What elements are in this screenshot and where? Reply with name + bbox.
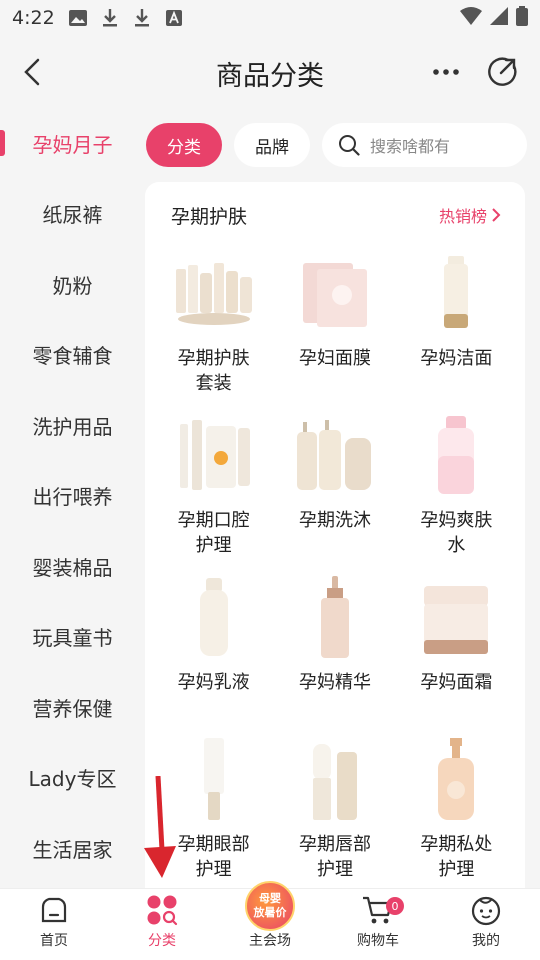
download-icon: [133, 9, 151, 27]
download-icon: [101, 9, 119, 27]
sidebar-item-outing[interactable]: 出行喂养: [0, 461, 145, 532]
sidebar-item-lady[interactable]: Lady专区: [0, 743, 145, 814]
lotion-image: [172, 576, 256, 660]
battery-icon: [516, 6, 528, 30]
nav-category[interactable]: 分类: [108, 889, 216, 960]
body-wash-image: [293, 414, 377, 498]
more-dots-icon: [433, 69, 459, 75]
product-item[interactable]: 孕期护肤 套装: [153, 248, 274, 410]
face-wash-image: [414, 252, 498, 336]
product-item[interactable]: 孕期洗沐: [274, 410, 395, 572]
intimate-care-image: [414, 738, 498, 822]
bottom-nav: 首页 分类 母婴 放暑价 主会场 0 购物车 我的: [0, 881, 540, 960]
status-bar: 4:22: [0, 0, 540, 36]
eye-care-image: [172, 738, 256, 822]
search-placeholder: 搜索啥都有: [370, 137, 451, 156]
sidebar-item-care[interactable]: 洗护用品: [0, 390, 145, 461]
product-item[interactable]: 孕期唇部 护理: [274, 734, 395, 890]
product-name: 孕妈面霜: [420, 672, 493, 693]
sidebar-item-snacks[interactable]: 零食辅食: [0, 320, 145, 391]
tab-brand[interactable]: 品牌: [234, 123, 310, 167]
search-input[interactable]: 搜索啥都有: [322, 123, 527, 167]
face-mask-image: [293, 252, 377, 336]
skincare-set-image: [172, 252, 256, 336]
product-item[interactable]: 孕妇面膜: [274, 248, 395, 410]
category-icon: [146, 894, 178, 926]
nav-cart[interactable]: 0 购物车: [324, 889, 432, 960]
sidebar-item-clothing[interactable]: 婴装棉品: [0, 531, 145, 602]
sidebar-item-toys[interactable]: 玩具童书: [0, 602, 145, 673]
more-button[interactable]: [428, 54, 464, 90]
hot-list-label: 热销榜: [438, 207, 487, 226]
toner-image: [414, 414, 498, 498]
status-time: 4:22: [12, 7, 55, 29]
red-arrow-annotation: [144, 776, 176, 878]
share-icon: [488, 57, 517, 86]
nav-main-venue[interactable]: 母婴 放暑价 主会场: [216, 881, 324, 960]
summer-promo-badge: 母婴 放暑价: [245, 881, 295, 931]
filter-tabs: 分类 品牌 搜索啥都有: [145, 122, 540, 168]
panel-header: 孕期护肤 热销榜: [145, 182, 525, 248]
promo-line1: 母婴: [259, 892, 281, 905]
tab-category[interactable]: 分类: [146, 123, 222, 167]
nav-category-label: 分类: [148, 933, 176, 949]
sidebar-item-nutrition[interactable]: 营养保健: [0, 672, 145, 743]
nav-main-venue-label: 主会场: [249, 933, 291, 949]
product-item[interactable]: 孕期口腔 护理: [153, 410, 274, 572]
product-item[interactable]: 孕妈乳液: [153, 572, 274, 734]
search-icon: [339, 135, 360, 156]
text-box-icon: [165, 9, 183, 27]
face-cream-image: [414, 576, 498, 660]
nav-mine[interactable]: 我的: [432, 889, 540, 960]
nav-home[interactable]: 首页: [0, 889, 108, 960]
product-name: 孕妈洁面: [420, 348, 493, 369]
header: 商品分类: [0, 36, 540, 108]
chevron-right-icon: [492, 208, 501, 222]
share-button[interactable]: [484, 54, 520, 90]
signal-icon: [490, 7, 508, 29]
section-title: 孕期护肤: [171, 205, 248, 228]
product-name: 孕期护肤 套装: [177, 348, 250, 394]
product-item[interactable]: 孕妈面霜: [396, 572, 517, 734]
product-item[interactable]: 孕妈爽肤 水: [396, 410, 517, 572]
product-panel: 孕期护肤 热销榜 孕期护肤 套装 孕妇面膜 孕妈洁面 孕期口腔 护理 孕期洗沐 …: [145, 182, 525, 890]
promo-line2: 放暑价: [253, 906, 287, 919]
sidebar-item-home[interactable]: 生活居家: [0, 813, 145, 884]
product-name: 孕妈精华: [298, 672, 371, 693]
cart-count-badge: 0: [386, 897, 404, 915]
serum-image: [293, 576, 377, 660]
product-name: 孕妈乳液: [177, 672, 250, 693]
sidebar-item-maternity[interactable]: 孕妈月子: [0, 108, 145, 179]
home-icon: [38, 894, 70, 926]
product-item[interactable]: 孕妈洁面: [396, 248, 517, 410]
profile-face-icon: [470, 894, 502, 926]
product-name: 孕期唇部 护理: [298, 834, 371, 880]
sidebar-item-diapers[interactable]: 纸尿裤: [0, 179, 145, 250]
product-grid: 孕期护肤 套装 孕妇面膜 孕妈洁面 孕期口腔 护理 孕期洗沐 孕妈爽肤 水 孕妈…: [145, 248, 525, 890]
nav-mine-label: 我的: [472, 933, 500, 949]
product-name: 孕期口腔 护理: [177, 510, 250, 556]
nav-home-label: 首页: [40, 933, 68, 949]
category-sidebar: 孕妈月子 纸尿裤 奶粉 零食辅食 洗护用品 出行喂养 婴装棉品 玩具童书 营养保…: [0, 108, 145, 888]
product-name: 孕妈爽肤 水: [420, 510, 493, 556]
oral-care-image: [172, 414, 256, 498]
image-icon: [68, 9, 87, 27]
product-name: 孕期洗沐: [298, 510, 371, 531]
hot-list-link[interactable]: 热销榜: [439, 203, 501, 227]
product-name: 孕期私处 护理: [420, 834, 493, 880]
product-item[interactable]: 孕期私处 护理: [396, 734, 517, 890]
product-item[interactable]: 孕妈精华: [274, 572, 395, 734]
lip-care-image: [293, 738, 377, 822]
product-name: 孕妇面膜: [298, 348, 371, 369]
nav-cart-label: 购物车: [357, 933, 399, 949]
sidebar-item-formula[interactable]: 奶粉: [0, 249, 145, 320]
status-right: [460, 6, 528, 30]
wifi-icon: [460, 7, 482, 29]
